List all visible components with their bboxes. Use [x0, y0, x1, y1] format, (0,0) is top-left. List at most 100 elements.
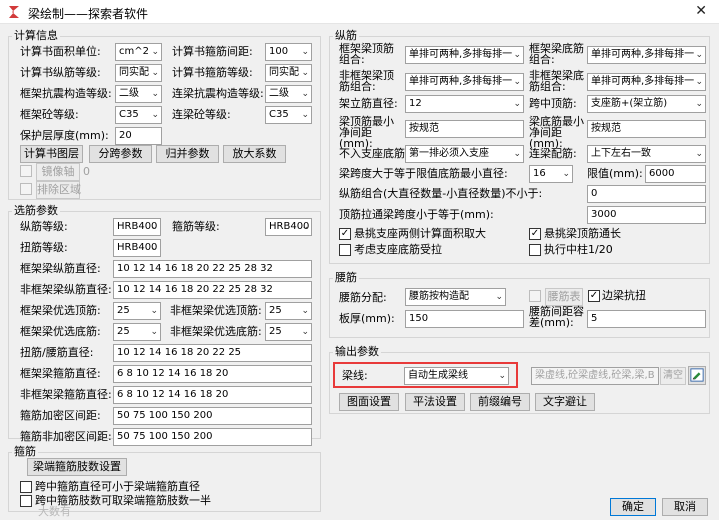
output-legend: 输出参数 — [333, 345, 381, 358]
chevron-down-icon: ⌄ — [301, 327, 309, 337]
frame-top-combo-select[interactable]: 单排可两种,多排每排一 ⌄ — [405, 46, 524, 64]
edit-icon — [690, 368, 704, 382]
cover-label: 保护层厚度(mm): — [20, 129, 109, 142]
frame-pref-top-select[interactable]: 25 ⌄ — [113, 302, 161, 320]
ok-button[interactable]: 确定 — [610, 498, 656, 516]
long-combo-label: 纵筋组合(大直径数量-小直径数量)不小于: — [339, 187, 543, 200]
window-title: 梁绘制——探索者软件 — [28, 7, 149, 21]
midspan-top-select[interactable]: 支座筋+(架立筋) ⌄ — [587, 95, 706, 113]
limit-input[interactable]: 6000 — [645, 165, 706, 183]
clear-button[interactable]: 清空 — [660, 367, 686, 385]
close-icon[interactable]: ✕ — [695, 3, 707, 19]
cancel-button[interactable]: 取消 — [662, 498, 708, 516]
frame-seismic-select[interactable]: 二级 ⌄ — [115, 85, 162, 103]
chevron-down-icon: ⌄ — [301, 110, 309, 120]
long-combo-input[interactable]: 0 — [587, 185, 706, 203]
pick-layer-button[interactable] — [688, 366, 706, 385]
stirrup-nondense-input[interactable]: 50 75 100 150 200 — [113, 428, 312, 446]
long-grade-select[interactable]: 同实配 ⌄ — [115, 64, 162, 82]
stirrup-dense-input[interactable]: 50 75 100 150 200 — [113, 407, 312, 425]
flat-settings-button[interactable]: 平法设置 — [405, 393, 465, 411]
waist-table-button[interactable]: 腰筋表 — [545, 288, 583, 306]
chevron-down-icon: ⌄ — [150, 327, 158, 337]
sel-long-grade-label: 纵筋等级: — [20, 220, 68, 233]
mirror-axis-button[interactable]: 镜像轴 — [36, 163, 80, 181]
merge-params-button[interactable]: 归并参数 — [156, 145, 219, 163]
plate-thick-label: 板厚(mm): — [339, 312, 395, 325]
stirrup-leg-settings-button[interactable]: 梁端箍筋肢数设置 — [27, 458, 127, 476]
nonframe-top-combo-label: 非框架梁顶筋组合: — [339, 69, 394, 93]
bot-min-spacing-input[interactable]: 按规范 — [587, 120, 706, 138]
seq-number-button[interactable]: 前缀编号 — [470, 393, 530, 411]
selection-params-legend: 选筋参数 — [12, 204, 60, 217]
stirrup-spacing-select[interactable]: 100 ⌄ — [265, 43, 312, 61]
waist-legend: 腰筋 — [333, 271, 359, 284]
frame-pref-bot-select[interactable]: 25 ⌄ — [113, 323, 161, 341]
chevron-down-icon: ⌄ — [513, 50, 521, 60]
chevron-down-icon: ⌄ — [151, 68, 159, 78]
span-height-select[interactable]: 16 ⌄ — [529, 165, 573, 183]
app-logo-icon — [9, 6, 19, 18]
beam-line-select[interactable]: 自动生成梁线 ⌄ — [404, 367, 509, 385]
exclude-zone-button[interactable]: 排除区域 — [36, 181, 81, 199]
link-seismic-select[interactable]: 二级 ⌄ — [265, 85, 312, 103]
frame-bot-combo-select[interactable]: 单排可两种,多排每排一 ⌄ — [587, 46, 706, 64]
torsion-grade-select[interactable]: HRB400 ⌄ — [113, 239, 161, 257]
frame-long-dia-input[interactable]: 10 12 14 16 18 20 22 25 28 32 — [113, 260, 312, 278]
stirrup-legend: 箍筋 — [12, 445, 38, 458]
exec-checkbox[interactable] — [529, 244, 541, 256]
erect-dia-select[interactable]: 12 ⌄ — [405, 95, 524, 113]
mirror-axis-checkbox[interactable] — [20, 165, 32, 177]
beam-layers-input[interactable]: 梁虚线,砼梁虚线,砼梁,梁,B — [531, 367, 659, 385]
waist-group — [329, 278, 710, 338]
nonframe-long-dia-label: 非框架梁纵筋直径: — [20, 283, 112, 296]
support-bot-label: 考虑支座底筋受拉 — [354, 243, 442, 256]
top-through-input[interactable]: 3000 — [587, 206, 706, 224]
calc-layer-button[interactable]: 计算书图层 — [20, 145, 83, 163]
sel-stirrup-grade-select[interactable]: HRB400 ⌄ — [265, 218, 312, 236]
frame-concrete-select[interactable]: C35 ⌄ — [115, 106, 162, 124]
midspan-dia-checkbox[interactable] — [20, 481, 32, 493]
edge-torsion-checkbox[interactable]: ✓ — [588, 290, 600, 302]
chevron-down-icon: ⌄ — [695, 149, 703, 159]
nonframe-pref-bot-select[interactable]: 25 ⌄ — [265, 323, 312, 341]
nonframe-stirrup-dia-input[interactable]: 6 8 10 12 14 16 18 20 — [113, 386, 312, 404]
nonframe-bot-combo-select[interactable]: 单排可两种,多排每排一 ⌄ — [587, 73, 706, 91]
torsion-waist-dia-input[interactable]: 10 12 14 16 18 20 22 25 — [113, 344, 312, 362]
text-avoid-button[interactable]: 文字避让 — [535, 393, 595, 411]
chevron-down-icon: ⌄ — [151, 110, 159, 120]
link-diag-select[interactable]: 上下左右一致 ⌄ — [587, 145, 706, 163]
top-min-spacing-input[interactable]: 按规范 — [405, 120, 524, 138]
link-concrete-select[interactable]: C35 ⌄ — [265, 106, 312, 124]
waist-dist-select[interactable]: 腰筋按构造配 ⌄ — [405, 288, 506, 306]
limit-label: 限值(mm): — [587, 167, 643, 180]
support-bot-checkbox[interactable] — [339, 244, 351, 256]
amplify-button[interactable]: 放大系数 — [223, 145, 286, 163]
midspan-legs-checkbox[interactable] — [20, 495, 32, 507]
nonframe-long-dia-input[interactable]: 10 12 14 16 18 20 22 25 28 32 — [113, 281, 312, 299]
sel-long-grade-select[interactable]: HRB400 ⌄ — [113, 218, 161, 236]
sel-stirrup-grade-label: 箍筋等级: — [172, 220, 220, 233]
plate-thick-input[interactable]: 150 — [405, 310, 524, 328]
stirrup-grade-select[interactable]: 同实配 ⌄ — [265, 64, 312, 82]
waist-table-checkbox[interactable] — [529, 290, 541, 302]
watermark-text: 大数有 — [38, 505, 71, 518]
exclude-zone-checkbox[interactable] — [20, 183, 32, 195]
span-params-button[interactable]: 分跨参数 — [89, 145, 152, 163]
top-through-label: 顶筋拉通梁跨度小于等于(mm): — [339, 208, 494, 221]
fig-settings-button[interactable]: 图面设置 — [339, 393, 399, 411]
link-diag-label: 连梁配筋: — [529, 147, 577, 160]
no-support-bot-select[interactable]: 第一排必须入支座 ⌄ — [405, 145, 524, 163]
waist-spacing-input[interactable]: 5 — [587, 310, 706, 328]
nonframe-top-combo-select[interactable]: 单排可两种,多排每排一 ⌄ — [405, 73, 524, 91]
torsion-grade-label: 扭筋等级: — [20, 241, 68, 254]
torsion-waist-dia-label: 扭筋/腰筋直径: — [20, 346, 94, 359]
take-max-checkbox[interactable]: ✓ — [339, 228, 351, 240]
area-unit-select[interactable]: cm^2 ⌄ — [115, 43, 162, 61]
cantilever-checkbox[interactable]: ✓ — [529, 228, 541, 240]
frame-pref-bot-label: 框架梁优选底筋: — [20, 325, 101, 338]
cover-input[interactable]: 20 — [115, 127, 162, 145]
chevron-down-icon: ⌄ — [513, 77, 521, 87]
nonframe-pref-top-select[interactable]: 25 ⌄ — [265, 302, 312, 320]
frame-stirrup-dia-input[interactable]: 6 8 10 12 14 16 18 20 — [113, 365, 312, 383]
